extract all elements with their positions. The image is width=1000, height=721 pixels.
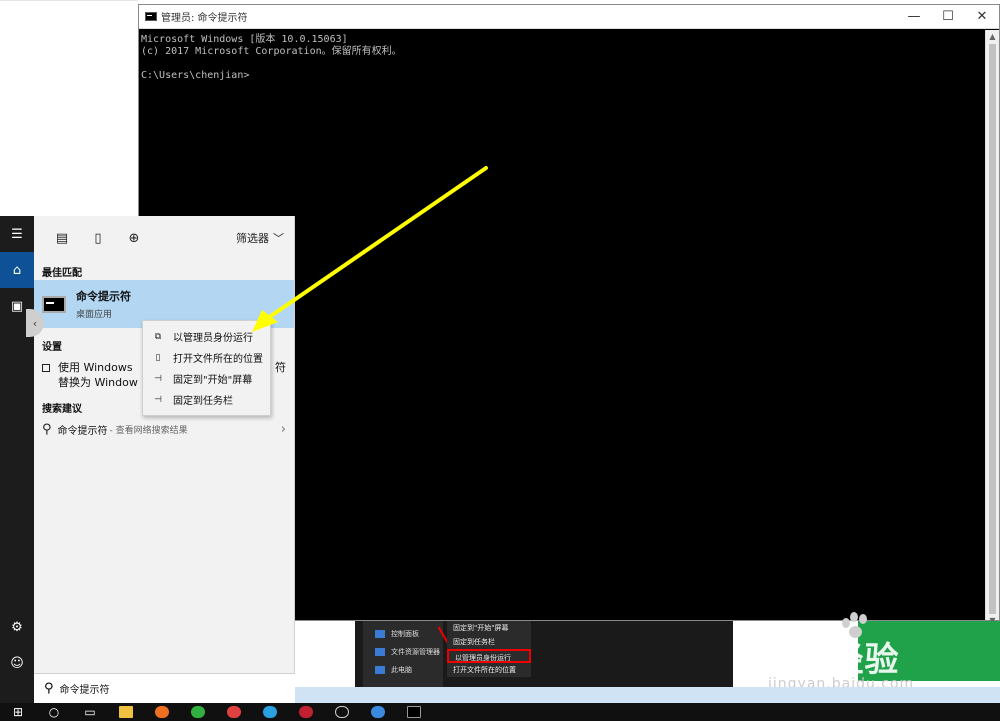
clock-app-icon[interactable]	[324, 703, 360, 721]
app-red-icon[interactable]	[288, 703, 324, 721]
app-green-icon[interactable]	[180, 703, 216, 721]
app-orange-icon[interactable]	[144, 703, 180, 721]
file-explorer-icon[interactable]	[108, 703, 144, 721]
taskbar: ⊞ ○ ▭	[0, 703, 1000, 721]
task-view-icon[interactable]: ▭	[72, 703, 108, 721]
sogou-icon[interactable]	[360, 703, 396, 721]
console-taskbar-icon[interactable]	[396, 703, 432, 721]
chrome-icon[interactable]	[216, 703, 252, 721]
windows-start-icon[interactable]: ⊞	[0, 703, 36, 721]
annotation-arrow	[252, 166, 488, 332]
search-icon[interactable]: ○	[36, 703, 72, 721]
app-blue-icon[interactable]	[252, 703, 288, 721]
